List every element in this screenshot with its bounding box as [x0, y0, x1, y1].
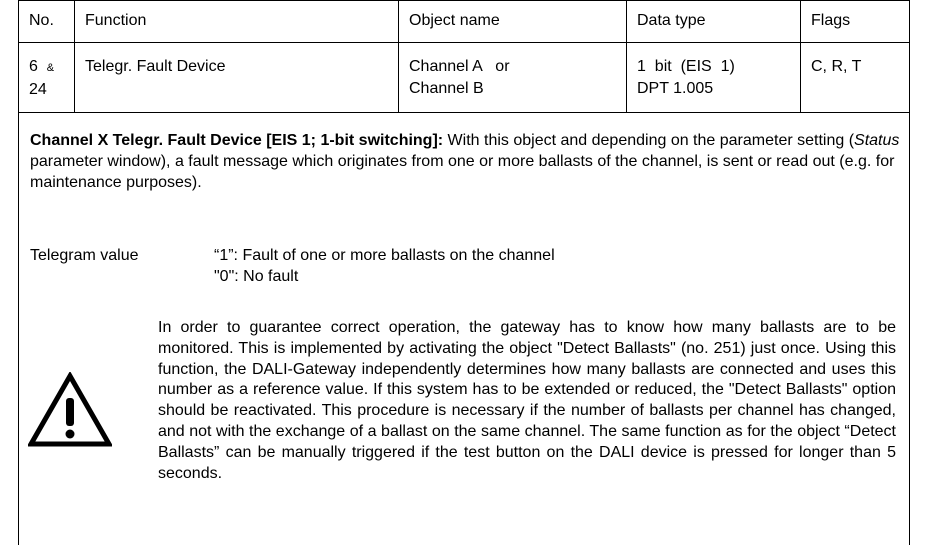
header-object-name: Object name — [409, 12, 500, 29]
header-no: No. — [29, 12, 54, 29]
table-col-rule — [626, 0, 627, 112]
row-no-ampersand: & — [46, 62, 55, 74]
table-header-rule — [18, 42, 910, 43]
row-no: 6 & 24 — [29, 56, 54, 101]
telegram-value-1: “1”: Fault of one or more ballasts on th… — [214, 247, 555, 264]
row-object-line2: Channel B — [409, 80, 484, 97]
table-col-rule — [74, 0, 75, 112]
row-flags: C, R, T — [811, 58, 862, 75]
warning-note: In order to guarantee correct operation,… — [158, 319, 896, 482]
table-col-rule — [800, 0, 801, 112]
row-data-type: 1 bit (EIS 1) DPT 1.005 — [637, 56, 735, 100]
description-italic: Status — [854, 132, 900, 149]
description-heading: Channel X Telegr. Fault Device [EIS 1; 1… — [30, 132, 444, 149]
row-function: Telegr. Fault Device — [85, 58, 226, 75]
object-description: Channel X Telegr. Fault Device [EIS 1; 1… — [30, 130, 900, 193]
description-text-a: With this object and depending on the pa… — [443, 132, 855, 149]
description-text-b: parameter window), a fault message which… — [30, 153, 895, 191]
table-col-rule — [398, 0, 399, 112]
telegram-value-label: Telegram value — [30, 247, 139, 264]
row-object-line1: Channel A or — [409, 58, 510, 75]
telegram-value-0: "0": No fault — [214, 268, 299, 285]
header-function: Function — [85, 12, 147, 29]
table-bottom-rule — [18, 112, 910, 113]
row-no-first: 6 — [29, 58, 38, 75]
row-datatype-line2: DPT 1.005 — [637, 80, 714, 97]
row-no-second: 24 — [29, 81, 47, 98]
warning-triangle-icon — [28, 372, 112, 447]
row-datatype-line1: 1 bit (EIS 1) — [637, 58, 735, 75]
header-flags: Flags — [811, 12, 851, 29]
header-data-type: Data type — [637, 12, 706, 29]
table-top-rule — [18, 0, 910, 1]
row-object-name: Channel A or Channel B — [409, 56, 510, 100]
